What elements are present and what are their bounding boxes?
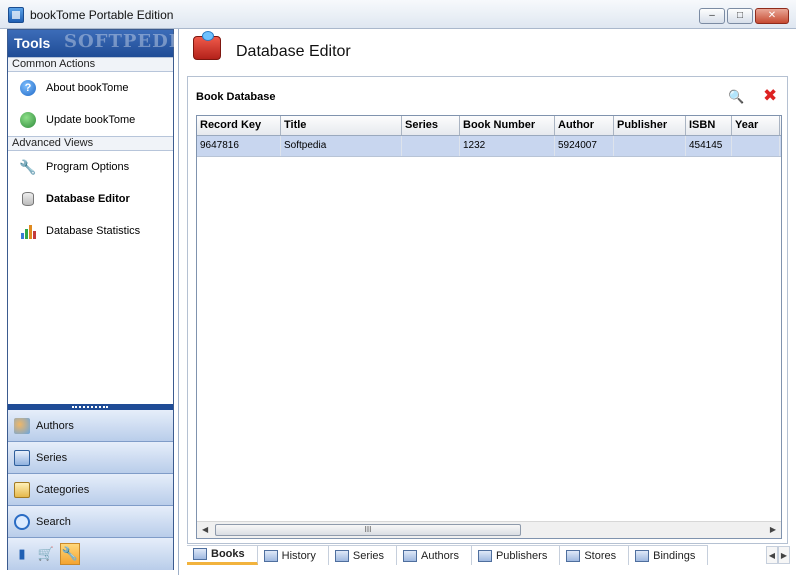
- categories-nav-button[interactable]: Categories: [8, 474, 173, 506]
- main-panel: Database Editor Book Database 🔍 ✖ Record…: [178, 29, 795, 575]
- tab-series[interactable]: Series: [328, 545, 398, 565]
- column-header[interactable]: Series: [402, 116, 460, 135]
- globe-icon: [20, 112, 36, 128]
- column-header[interactable]: Author: [555, 116, 614, 135]
- grid-header: Record Key Title Series Book Number Auth…: [197, 116, 781, 136]
- table-cell[interactable]: Softpedia: [281, 136, 402, 156]
- update-booktome-link[interactable]: Update bookTome: [8, 104, 173, 136]
- common-actions-header: Common Actions: [8, 57, 173, 72]
- table-cell[interactable]: 454145: [686, 136, 732, 156]
- bottom-tabs: Books History Series Authors Publishers …: [187, 545, 790, 567]
- minimize-button[interactable]: –: [699, 8, 725, 24]
- series-icon: [14, 449, 30, 466]
- tab-bindings[interactable]: Bindings: [629, 545, 709, 565]
- scroll-right-icon[interactable]: ▶: [770, 525, 776, 534]
- column-header[interactable]: Year: [732, 116, 780, 135]
- tab-label: History: [281, 549, 316, 562]
- table-cell[interactable]: [614, 136, 686, 156]
- database-statistics-label: Database Statistics: [46, 225, 141, 237]
- column-header[interactable]: Title: [281, 116, 402, 135]
- tab-table-icon: [403, 549, 418, 562]
- database-editor-label: Database Editor: [46, 193, 130, 205]
- tab-label: Books: [211, 548, 245, 560]
- program-options-label: Program Options: [46, 161, 130, 173]
- database-editor-link[interactable]: Database Editor: [8, 183, 173, 215]
- tab-scroll-buttons: ◀ ▶: [766, 546, 790, 564]
- maximize-button[interactable]: □: [727, 8, 753, 24]
- program-options-link[interactable]: 🔧 Program Options: [8, 151, 173, 183]
- bottom-navigation: Authors Series Categories Search ▮ 🛒 🔧: [8, 410, 173, 570]
- tab-label: Series: [352, 549, 385, 562]
- update-booktome-label: Update bookTome: [46, 114, 136, 126]
- tab-table-icon: [477, 549, 492, 562]
- book-database-group: Book Database 🔍 ✖ Record Key Title Serie…: [187, 76, 788, 544]
- tools-icon[interactable]: 🔧: [60, 543, 80, 565]
- tab-stores[interactable]: Stores: [560, 545, 630, 565]
- horizontal-scrollbar[interactable]: ◀ III ▶: [197, 521, 781, 538]
- column-header[interactable]: Book Number: [460, 116, 555, 135]
- help-icon: ?: [20, 80, 36, 96]
- tools-panel: Tools SOFTPEDIA Common Actions ? About b…: [7, 29, 192, 570]
- softpedia-watermark: SOFTPEDIA: [64, 31, 194, 52]
- database-statistics-link[interactable]: Database Statistics: [8, 215, 173, 247]
- tab-label: Publishers: [495, 549, 548, 562]
- group-title: Book Database: [196, 91, 276, 103]
- authors-nav-label: Authors: [36, 419, 74, 432]
- tab-authors[interactable]: Authors: [397, 545, 472, 565]
- table-cell[interactable]: 1232: [460, 136, 555, 156]
- tab-scroll-left-icon[interactable]: ◀: [766, 546, 778, 564]
- series-nav-label: Series: [36, 451, 68, 464]
- tab-table-icon: [263, 549, 278, 562]
- categories-icon: [14, 481, 30, 498]
- tools-header: Tools SOFTPEDIA: [8, 30, 192, 57]
- tab-publishers[interactable]: Publishers: [471, 545, 561, 565]
- table-row[interactable]: 9647816 Softpedia 1232 5924007 454145: [197, 136, 781, 157]
- authors-icon: [14, 417, 30, 434]
- binoculars-icon[interactable]: 🔍: [728, 89, 744, 105]
- tab-history[interactable]: History: [257, 545, 329, 565]
- column-header[interactable]: Record Key: [197, 116, 281, 135]
- delete-icon[interactable]: ✖: [763, 86, 777, 106]
- tab-table-icon: [334, 549, 349, 562]
- table-cell[interactable]: [402, 136, 460, 156]
- tab-books[interactable]: Books: [187, 545, 258, 565]
- advanced-views-header: Advanced Views: [8, 136, 173, 151]
- wrench-icon: 🔧: [19, 158, 37, 175]
- tab-label: Authors: [421, 549, 459, 562]
- search-icon: [14, 513, 30, 530]
- categories-nav-label: Categories: [36, 483, 90, 496]
- page-title: Database Editor: [236, 43, 351, 60]
- database-icon: [22, 192, 34, 206]
- window-title: bookTome Portable Edition: [30, 8, 174, 22]
- bottom-icon-bar: ▮ 🛒 🔧: [8, 538, 173, 570]
- table-cell[interactable]: [732, 136, 780, 156]
- tab-label: Stores: [584, 549, 617, 562]
- cart-icon[interactable]: 🛒: [36, 543, 56, 565]
- table-cell[interactable]: 5924007: [555, 136, 614, 156]
- tab-table-icon: [566, 549, 581, 562]
- close-button[interactable]: ✕: [755, 8, 789, 24]
- book-grid[interactable]: Record Key Title Series Book Number Auth…: [196, 115, 782, 539]
- about-booktome-label: About bookTome: [46, 82, 129, 94]
- authors-nav-button[interactable]: Authors: [8, 410, 173, 442]
- book-icon[interactable]: ▮: [12, 543, 32, 565]
- tab-scroll-right-icon[interactable]: ▶: [778, 546, 790, 564]
- search-nav-label: Search: [36, 515, 71, 528]
- tab-table-icon: [193, 548, 207, 560]
- scroll-left-icon[interactable]: ◀: [202, 525, 208, 534]
- series-nav-button[interactable]: Series: [8, 442, 173, 474]
- title-bar: bookTome Portable Edition – □ ✕: [0, 0, 796, 29]
- toolbox-icon: [193, 31, 221, 60]
- table-cell[interactable]: 9647816: [197, 136, 281, 156]
- column-header[interactable]: ISBN: [686, 116, 732, 135]
- bar-chart-icon: [20, 223, 36, 239]
- tab-label: Bindings: [653, 549, 696, 562]
- tools-header-label: Tools: [14, 35, 51, 51]
- tab-table-icon: [635, 549, 650, 562]
- search-nav-button[interactable]: Search: [8, 506, 173, 538]
- scroll-thumb[interactable]: III: [215, 524, 521, 536]
- column-header[interactable]: Publisher: [614, 116, 686, 135]
- booktome-app-icon: [8, 7, 24, 23]
- about-booktome-link[interactable]: ? About bookTome: [8, 72, 173, 104]
